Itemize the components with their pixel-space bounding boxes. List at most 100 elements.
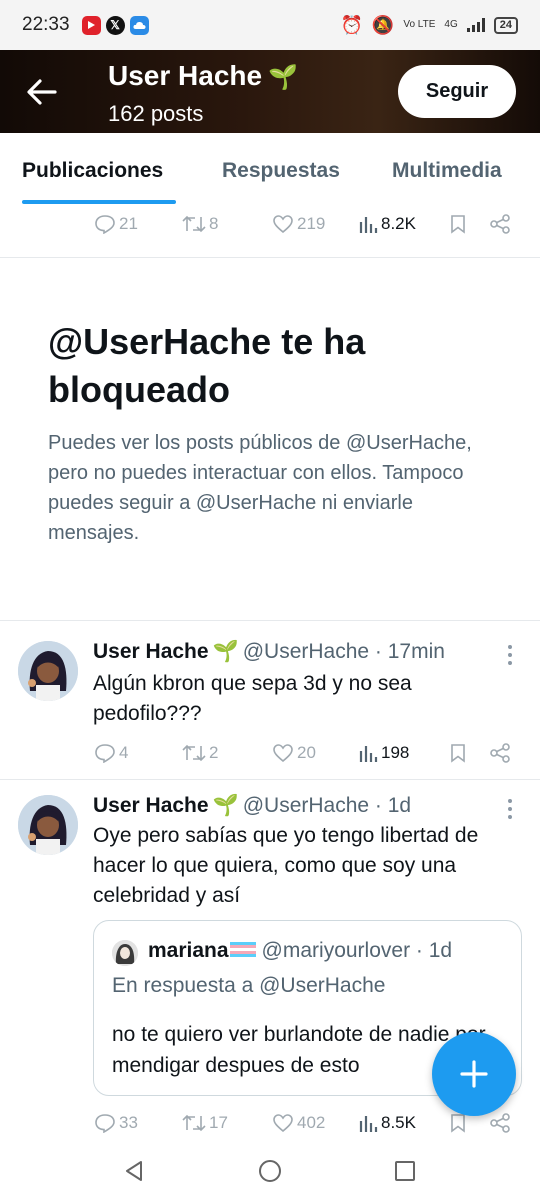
signal-icon [466, 18, 485, 32]
reply-icon [95, 215, 115, 234]
quoted-author-name: mariana [148, 939, 229, 962]
tweet-header: User Hache 🌱 @UserHache · 17min [93, 640, 445, 664]
reply-icon [95, 1114, 115, 1133]
views-count: 8.2K [381, 214, 416, 233]
bookmark-icon [451, 744, 465, 763]
back-arrow-icon [27, 79, 57, 105]
heart-icon [273, 744, 293, 763]
reply-button[interactable]: 4 [94, 735, 128, 771]
like-button[interactable]: 402 [272, 1105, 325, 1141]
profile-name-text: User Hache [108, 60, 263, 91]
divider [0, 779, 540, 780]
like-button[interactable]: 20 [272, 735, 316, 771]
mute-icon: 🔕 [371, 14, 395, 35]
tweet-text: Oye pero sabías que yo tengo libertad de… [93, 824, 479, 907]
quoted-reply-context: En respuesta a @UserHache [112, 974, 386, 997]
nav-back-button[interactable] [117, 1154, 151, 1188]
trans-flag-icon [229, 941, 256, 957]
views-button[interactable]: 8.2K [358, 206, 416, 242]
profile-header: User Hache 🌱 162 posts Seguir [0, 50, 540, 133]
divider [0, 620, 540, 621]
heart-icon [273, 1114, 293, 1133]
more-options-icon[interactable] [502, 797, 518, 821]
views-button[interactable]: 8.5K [358, 1105, 416, 1141]
square-recents-icon [395, 1161, 415, 1181]
sprout-icon: 🌱 [212, 640, 239, 663]
cloud-icon [129, 15, 149, 35]
quoted-header: mariana @mariyourlover · 1d [148, 939, 452, 963]
tweet-text: Algún kbron que sepa 3d y no sea pedofil… [93, 672, 412, 725]
share-icon [490, 214, 510, 234]
blocked-title: @UserHache te ha bloqueado [48, 321, 366, 410]
bookmark-button[interactable] [449, 206, 467, 242]
status-time: 22:33 [22, 14, 70, 35]
status-bar: 22:33 𝕏 ⏰ 🔕 Vo LTE 4G 24 [0, 0, 540, 50]
views-button[interactable]: 198 [358, 735, 409, 771]
circle-home-icon [259, 1160, 281, 1182]
bookmark-icon [451, 1114, 465, 1133]
views-icon [359, 217, 378, 233]
share-button[interactable] [489, 206, 511, 242]
heart-icon [273, 215, 293, 234]
repost-button[interactable]: 17 [182, 1105, 228, 1141]
reply-button[interactable]: 33 [94, 1105, 138, 1141]
like-button[interactable]: 219 [272, 206, 325, 242]
like-count: 219 [297, 214, 326, 233]
repost-icon [182, 215, 206, 233]
tweet-time: · 1d [374, 794, 412, 817]
repost-count: 17 [209, 1113, 228, 1132]
share-icon [490, 1113, 510, 1133]
like-count: 402 [297, 1113, 326, 1132]
blocked-description: Puedes ver los posts públicos de @UserHa… [48, 432, 472, 544]
repost-button[interactable]: 2 [182, 735, 218, 771]
repost-icon [182, 744, 206, 762]
quoted-author-handle: @mariyourlover [261, 939, 411, 962]
sprout-icon: 🌱 [268, 64, 298, 91]
nav-home-button[interactable] [253, 1154, 287, 1188]
volte-label: Vo LTE [403, 19, 436, 30]
reply-count: 33 [119, 1113, 138, 1132]
follow-button[interactable]: Seguir [398, 65, 516, 118]
reply-button[interactable]: 21 [94, 206, 138, 242]
sprout-icon: 🌱 [212, 794, 239, 817]
system-nav-bar [0, 1140, 540, 1200]
repost-icon [182, 1114, 206, 1132]
tweet-actions: 4 2 20 198 [0, 735, 540, 771]
repost-count: 2 [209, 743, 219, 762]
bookmark-button[interactable] [449, 735, 467, 771]
divider [0, 257, 540, 258]
profile-tabs: Publicaciones Respuestas Multimedia [0, 133, 540, 208]
tab-posts[interactable]: Publicaciones [22, 159, 163, 183]
author-name[interactable]: User Hache [93, 794, 209, 817]
avatar[interactable] [18, 641, 78, 701]
repost-count: 8 [209, 214, 219, 233]
tab-replies[interactable]: Respuestas [222, 159, 340, 183]
author-handle[interactable]: @UserHache [243, 640, 369, 663]
profile-name: User Hache 🌱 [108, 60, 298, 92]
status-right: ⏰ 🔕 Vo LTE 4G 24 [340, 14, 518, 36]
bookmark-icon [451, 215, 465, 234]
views-icon [359, 746, 378, 762]
plus-icon [460, 1060, 488, 1088]
share-button[interactable] [489, 735, 511, 771]
views-count: 198 [381, 743, 410, 762]
alarm-icon: ⏰ [340, 14, 363, 35]
reply-count: 21 [119, 214, 138, 233]
posts-count: 162 posts [108, 101, 204, 126]
battery-indicator: 24 [493, 16, 518, 34]
like-count: 20 [297, 743, 316, 762]
top-tweet-actions: 21 8 219 8.2K [0, 206, 540, 242]
youtube-icon [81, 15, 101, 35]
repost-button[interactable]: 8 [182, 206, 218, 242]
author-handle[interactable]: @UserHache [243, 794, 369, 817]
nav-recents-button[interactable] [388, 1154, 422, 1188]
compose-button[interactable] [432, 1032, 516, 1116]
network-label: 4G [444, 19, 458, 30]
tab-media[interactable]: Multimedia [392, 159, 502, 183]
quoted-time: · 1d [415, 939, 453, 962]
quoted-avatar [112, 940, 138, 966]
author-name[interactable]: User Hache [93, 640, 209, 663]
more-options-icon[interactable] [502, 643, 518, 667]
avatar[interactable] [18, 795, 78, 855]
back-button[interactable] [22, 72, 62, 112]
